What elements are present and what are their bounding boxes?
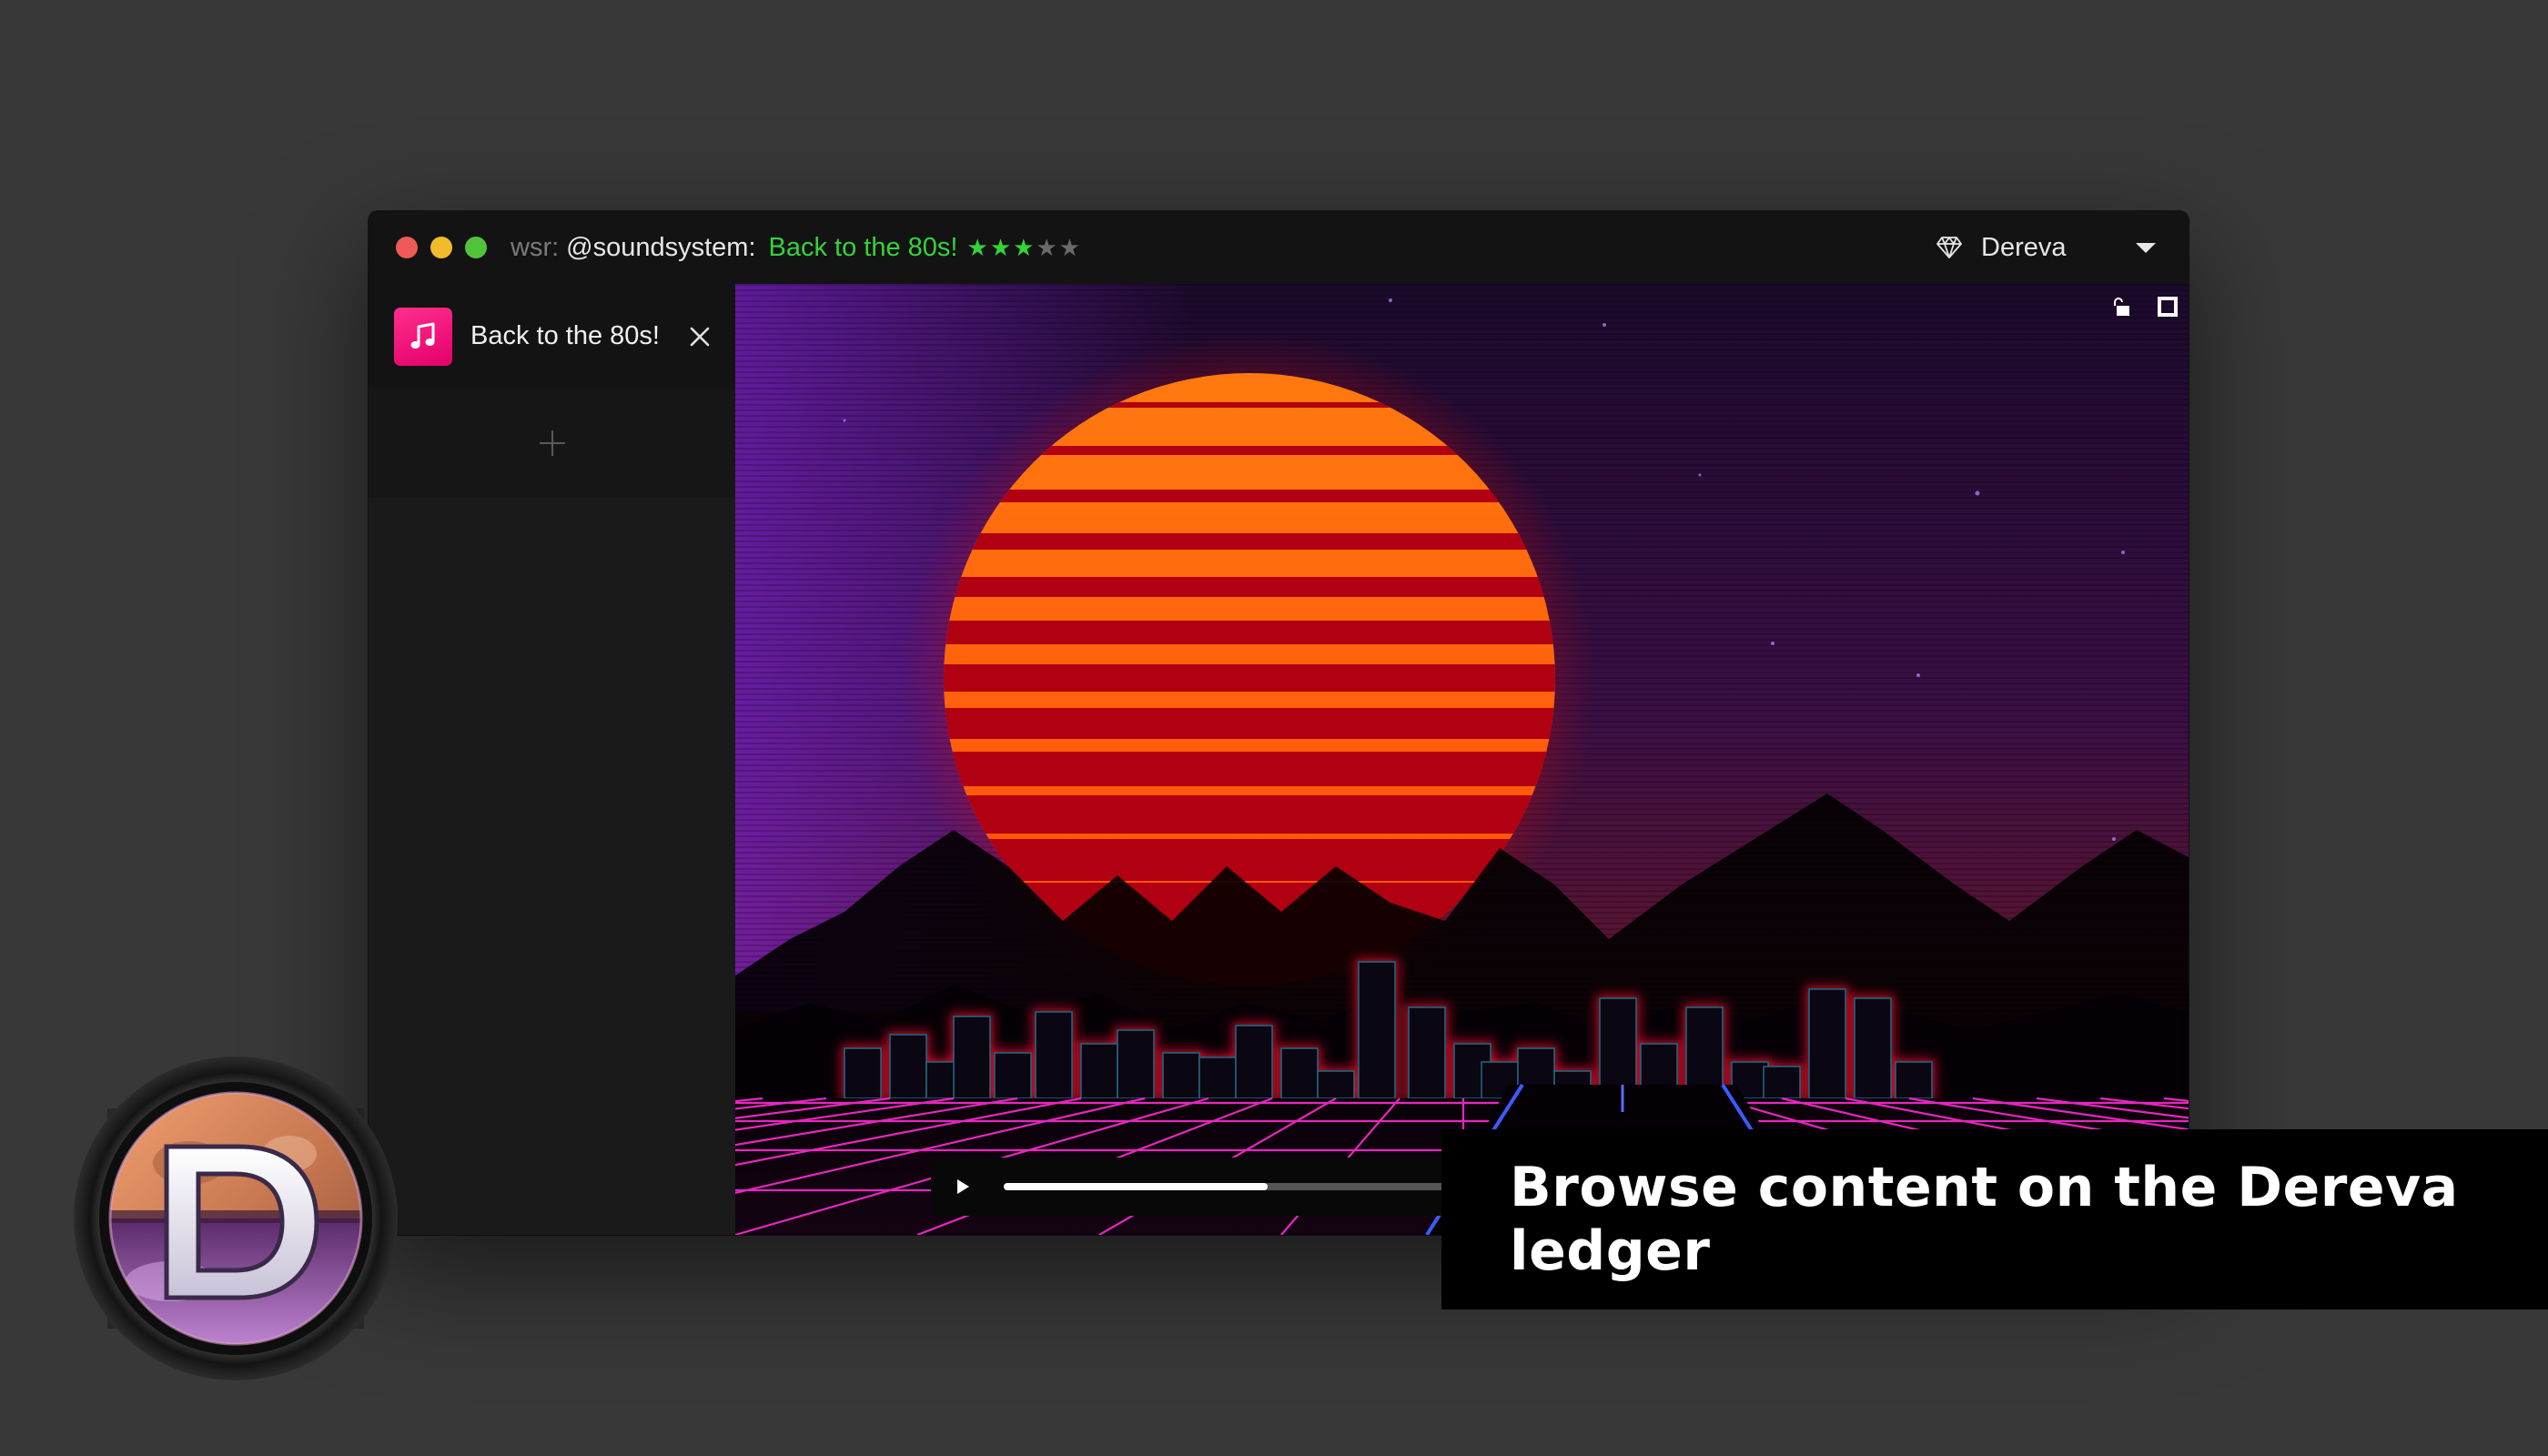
star-icon[interactable]: ★: [967, 234, 988, 262]
synthwave-artwork: [735, 284, 2189, 1235]
unlock-icon[interactable]: [2110, 295, 2134, 318]
account-name: Dereva: [1981, 232, 2067, 262]
media-viewer[interactable]: [735, 284, 2189, 1235]
plus-icon: [539, 430, 565, 456]
progress-fill: [1004, 1183, 1268, 1190]
fullscreen-icon[interactable]: [2156, 295, 2179, 318]
dereva-logo: [74, 1057, 398, 1380]
chevron-down-icon[interactable]: [2136, 242, 2156, 253]
title-user: @soundsystem:: [566, 232, 756, 262]
title-content-name: Back to the 80s!: [768, 232, 958, 262]
progress-bar[interactable]: [1004, 1183, 1459, 1190]
star-rating[interactable]: ★ ★ ★ ★ ★: [967, 234, 1081, 262]
star-icon[interactable]: ★: [990, 234, 1011, 262]
sidebar: Back to the 80s!: [369, 284, 735, 1235]
minimize-window-button[interactable]: [430, 237, 452, 258]
window-title: wsr: @soundsystem: Back to the 80s! ★ ★ ★ ★…: [511, 233, 1080, 263]
promo-banner: Browse content on the Dereva ledger: [1441, 1129, 2548, 1309]
tab-label: Back to the 80s!: [470, 321, 660, 350]
window-controls: [396, 237, 487, 258]
play-icon: [957, 1179, 969, 1194]
music-note-icon: [394, 307, 452, 366]
title-protocol: wsr:: [511, 232, 560, 262]
maximize-window-button[interactable]: [465, 237, 487, 258]
app-window: wsr: @soundsystem: Back to the 80s! ★ ★ ★ ★…: [369, 211, 2189, 1235]
close-icon[interactable]: [687, 324, 713, 349]
title-bar: wsr: @soundsystem: Back to the 80s! ★ ★ ★ ★…: [369, 211, 2189, 284]
add-tab-button[interactable]: [369, 389, 735, 498]
star-icon[interactable]: ★: [1059, 234, 1080, 262]
banner-text: Browse content on the Dereva ledger: [1510, 1156, 2459, 1283]
account-selector[interactable]: Dereva: [1936, 211, 2156, 284]
sidebar-tab-item[interactable]: Back to the 80s!: [369, 284, 735, 389]
play-button[interactable]: [931, 1158, 995, 1216]
star-icon[interactable]: ★: [1036, 234, 1057, 262]
close-window-button[interactable]: [396, 237, 418, 258]
diamond-icon: [1936, 237, 1962, 258]
star-icon[interactable]: ★: [1013, 234, 1034, 262]
